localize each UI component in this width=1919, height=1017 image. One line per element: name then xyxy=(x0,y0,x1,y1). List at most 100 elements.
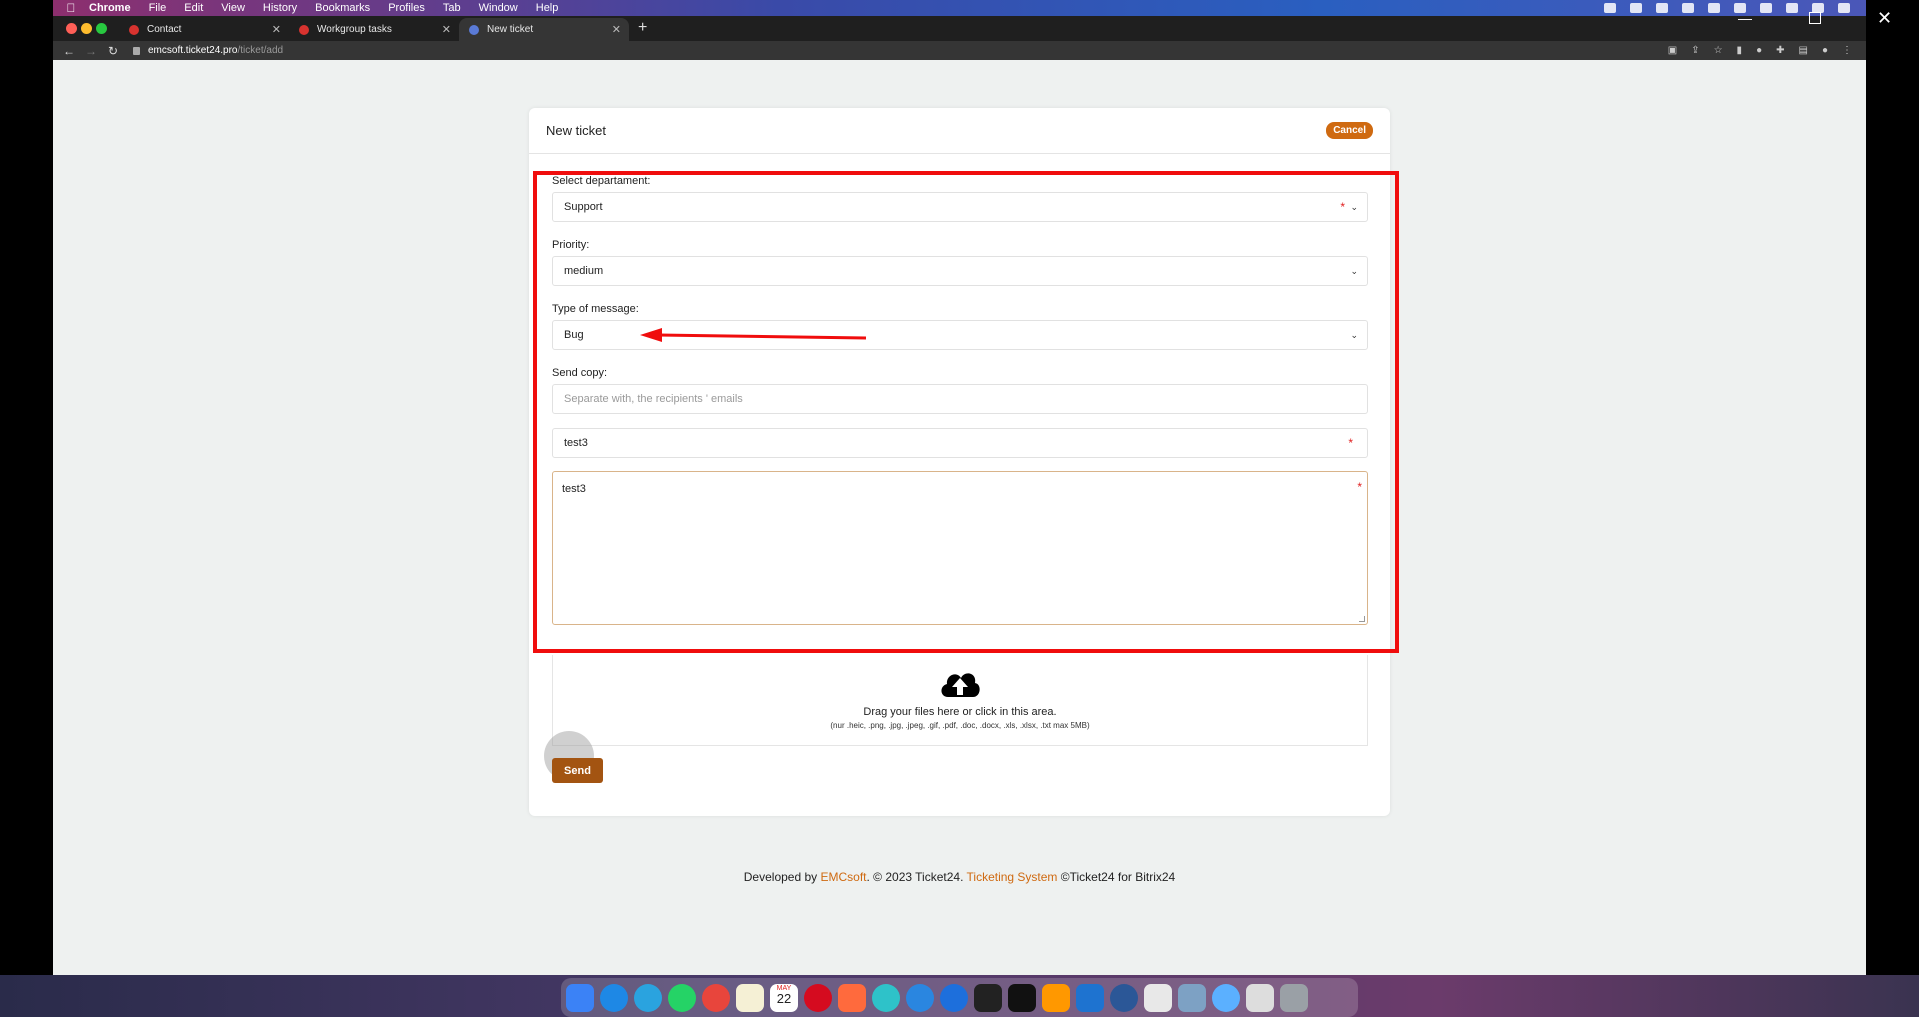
page-title: New ticket xyxy=(546,123,606,138)
dropzone-title: Drag your files here or click in this ar… xyxy=(863,706,1057,718)
more-menu-icon[interactable]: ⋮ xyxy=(1842,45,1852,56)
menu-app-name[interactable]: Chrome xyxy=(89,2,131,14)
bitrix-favicon-icon xyxy=(299,24,309,35)
profile-avatar[interactable]: ● xyxy=(1822,45,1828,56)
skype-icon[interactable] xyxy=(600,983,628,1012)
share-icon[interactable]: ⇪ xyxy=(1691,45,1699,56)
status-icon-4[interactable] xyxy=(1682,3,1694,13)
status-icon-3[interactable] xyxy=(1656,3,1668,13)
macos-menu-bar:  Chrome File Edit View History Bookmark… xyxy=(53,0,1866,16)
address-bar[interactable]: emcsoft.ticket24.pro/ticket/add xyxy=(133,45,283,56)
tab-strip: Contact ✕ Workgroup tasks ✕ New ticket ✕… xyxy=(53,16,1866,41)
menu-file[interactable]: File xyxy=(149,2,167,14)
footer-text: Developed by xyxy=(743,870,821,884)
whatsapp-icon[interactable] xyxy=(668,983,696,1012)
window-close-button-icon[interactable]: ✕ xyxy=(1877,8,1892,29)
bitrix24-desktop-icon[interactable] xyxy=(872,983,900,1012)
extension-icon[interactable]: ▮ xyxy=(1737,45,1743,56)
tab-contact[interactable]: Contact ✕ xyxy=(119,18,289,41)
bitrix-favicon-icon xyxy=(129,24,139,35)
tab-close-icon[interactable]: ✕ xyxy=(272,23,281,36)
tab-label: Workgroup tasks xyxy=(317,24,392,35)
cancel-button[interactable]: Cancel xyxy=(1326,122,1373,139)
trash-icon[interactable] xyxy=(1280,983,1308,1012)
window-zoom-icon[interactable] xyxy=(96,23,107,34)
cloud-upload-icon xyxy=(553,667,1367,704)
utility-app-icon[interactable] xyxy=(1246,983,1274,1012)
toolbar-actions: ▣ ⇪ ☆ ▮ ● ✚ ▤ ● ⋮ xyxy=(1668,45,1866,56)
tab-new-ticket[interactable]: New ticket ✕ xyxy=(459,18,629,41)
tab-close-icon[interactable]: ✕ xyxy=(442,23,451,36)
wifi-status-icon[interactable] xyxy=(1838,3,1850,13)
safari-icon[interactable] xyxy=(906,983,934,1012)
menu-profiles[interactable]: Profiles xyxy=(388,2,425,14)
back-arrow-icon[interactable]: ← xyxy=(63,44,75,58)
window-minimize-button-icon[interactable]: — xyxy=(1738,10,1752,26)
menu-tab[interactable]: Tab xyxy=(443,2,461,14)
browser-toolbar: ← → ↻ emcsoft.ticket24.pro/ticket/add ▣ … xyxy=(53,41,1866,60)
reload-icon[interactable]: ↻ xyxy=(107,44,119,58)
footer-text: . © 2023 Ticket24. xyxy=(866,870,967,884)
telegram-icon[interactable] xyxy=(634,983,662,1012)
annotation-highlight-box xyxy=(533,171,1399,653)
translate-icon[interactable]: ▣ xyxy=(1668,45,1677,56)
menu-help[interactable]: Help xyxy=(536,2,559,14)
forward-arrow-icon[interactable]: → xyxy=(85,44,97,58)
sublime-text-icon[interactable] xyxy=(1042,983,1070,1012)
window-restore-button-icon[interactable] xyxy=(1809,12,1821,24)
status-icon-2[interactable] xyxy=(1630,3,1642,13)
menu-window[interactable]: Window xyxy=(479,2,518,14)
tab-label: New ticket xyxy=(487,24,534,35)
menu-view[interactable]: View xyxy=(221,2,245,14)
quicktime-icon[interactable] xyxy=(1212,983,1240,1012)
bluetooth-status-icon[interactable] xyxy=(1786,3,1798,13)
keyboard-status-icon[interactable] xyxy=(1760,3,1772,13)
bitrix24-icon[interactable] xyxy=(838,983,866,1012)
word-icon[interactable] xyxy=(1110,983,1138,1012)
url-host: emcsoft.ticket24.pro xyxy=(148,45,238,56)
sidepanel-icon[interactable]: ▤ xyxy=(1799,45,1808,56)
tab-close-icon[interactable]: ✕ xyxy=(612,23,621,36)
window-close-icon[interactable] xyxy=(66,23,77,34)
preview-icon[interactable] xyxy=(1178,983,1206,1012)
macos-dock: MAY 22 xyxy=(561,978,1358,1017)
send-button[interactable]: Send xyxy=(552,758,603,783)
dropzone-hint: (nur .heic, .png, .jpg, .jpeg, .gif, .pd… xyxy=(830,721,1090,730)
notes-icon[interactable] xyxy=(736,983,764,1012)
menu-edit[interactable]: Edit xyxy=(184,2,203,14)
page-footer: Developed by EMCsoft. © 2023 Ticket24. T… xyxy=(53,870,1866,884)
status-icons xyxy=(1604,3,1866,13)
camera-status-icon[interactable] xyxy=(1604,3,1616,13)
opera-icon[interactable] xyxy=(804,983,832,1012)
window-controls-area xyxy=(1866,0,1919,60)
annotation-arrow-icon xyxy=(640,328,867,342)
status-icon-5[interactable] xyxy=(1708,3,1720,13)
1password-icon[interactable] xyxy=(940,983,968,1012)
chrome-icon[interactable] xyxy=(702,983,730,1012)
url-path: /ticket/add xyxy=(237,45,284,56)
apple-icon[interactable]:  xyxy=(53,1,89,15)
menu-bookmarks[interactable]: Bookmarks xyxy=(315,2,370,14)
calendar-day: 22 xyxy=(776,990,792,1006)
activity-monitor-icon[interactable] xyxy=(974,983,1002,1012)
new-tab-icon[interactable]: + xyxy=(638,19,647,37)
terminal-icon[interactable] xyxy=(1008,983,1036,1012)
bookmark-star-icon[interactable]: ☆ xyxy=(1714,45,1723,56)
footer-company-link[interactable]: EMCsoft xyxy=(820,870,866,884)
calendar-icon[interactable]: MAY 22 xyxy=(770,983,798,1012)
file-dropzone[interactable]: Drag your files here or click in this ar… xyxy=(552,655,1368,746)
tab-workgroup-tasks[interactable]: Workgroup tasks ✕ xyxy=(289,18,459,41)
ticket24-favicon-icon xyxy=(469,24,479,35)
card-header: New ticket Cancel xyxy=(529,108,1390,154)
tab-label: Contact xyxy=(147,24,182,35)
footer-product-link[interactable]: Ticketing System xyxy=(967,870,1058,884)
vscode-icon[interactable] xyxy=(1076,983,1104,1012)
extension-icon-2[interactable]: ● xyxy=(1756,45,1762,56)
menu-history[interactable]: History xyxy=(263,2,297,14)
finder-icon[interactable] xyxy=(566,983,594,1012)
launchpad-icon[interactable] xyxy=(1144,983,1172,1012)
puzzle-icon[interactable]: ✚ xyxy=(1776,45,1784,56)
lock-icon xyxy=(133,46,140,55)
browser-screen:  Chrome File Edit View History Bookmark… xyxy=(53,0,1866,975)
window-minimize-icon[interactable] xyxy=(81,23,92,34)
